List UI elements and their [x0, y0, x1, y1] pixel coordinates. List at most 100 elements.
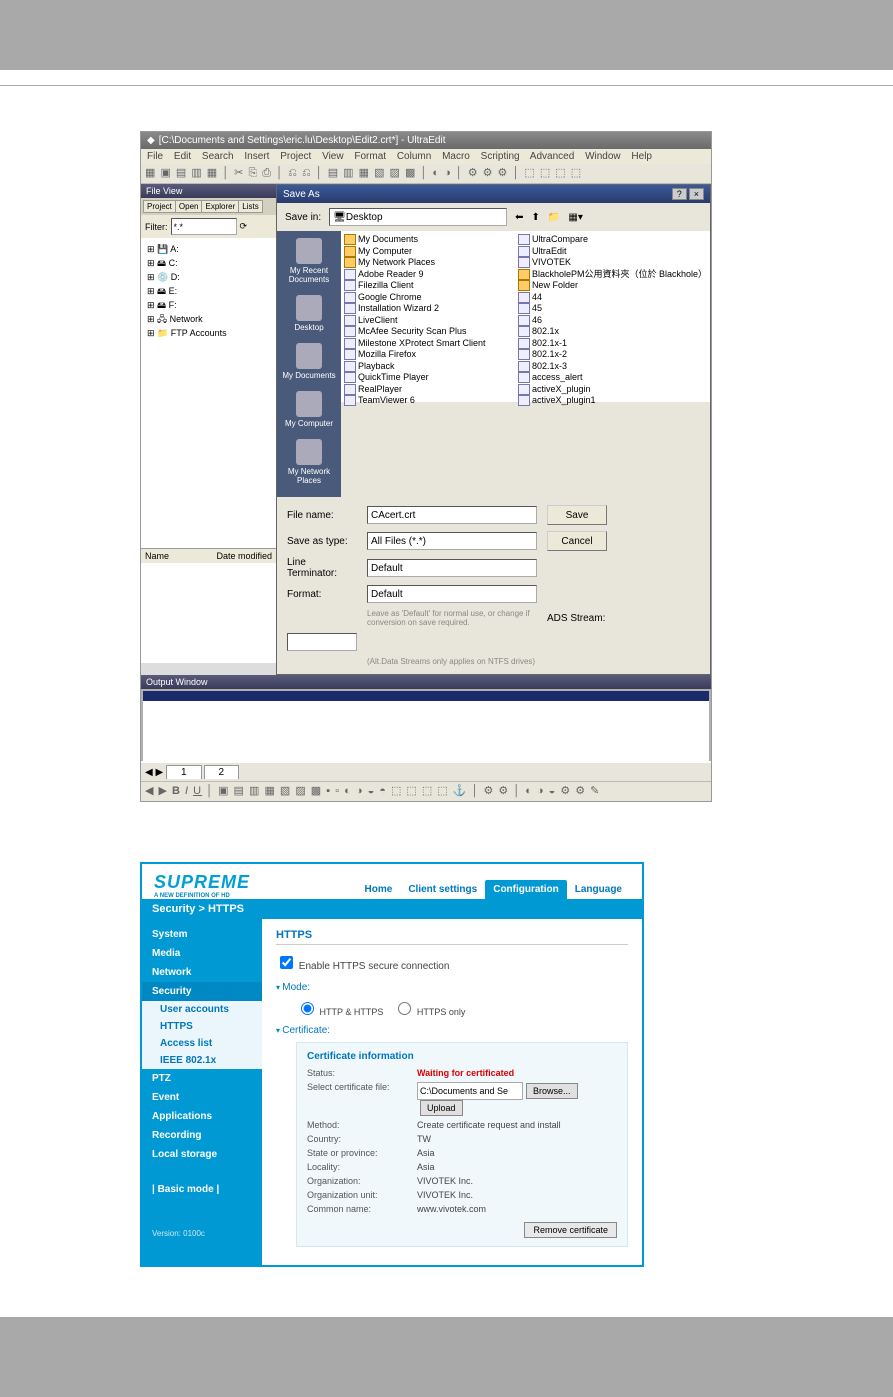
sidebar-sub-ieee[interactable]: IEEE 802.1x	[142, 1052, 263, 1069]
file-view-tabs[interactable]: ProjectOpenExplorerLists	[141, 198, 276, 215]
tab-lists[interactable]: Lists	[238, 200, 262, 213]
menu-project[interactable]: Project	[280, 151, 311, 162]
editor-tabs[interactable]: ◀ ▶ 12	[141, 763, 711, 781]
menu-window[interactable]: Window	[585, 151, 621, 162]
window-title: [C:\Documents and Settings\eric.lu\Deskt…	[159, 135, 446, 146]
sidebar[interactable]: System Media Network Security User accou…	[142, 919, 262, 1265]
enable-checkbox[interactable]	[280, 956, 293, 969]
top-nav[interactable]: Home Client settings Configuration Langu…	[357, 880, 630, 899]
list-item: Installation Wizard 2	[344, 303, 508, 315]
ultraedit-menubar[interactable]: File Edit Search Insert Project View For…	[141, 149, 711, 164]
radio-https-only[interactable]	[398, 1002, 411, 1015]
menu-search[interactable]: Search	[202, 151, 234, 162]
sidebar-item-recording[interactable]: Recording	[142, 1126, 262, 1145]
ads-label: ADS Stream:	[547, 613, 607, 624]
sheet-tab-1[interactable]: 1	[166, 765, 202, 779]
cert-row-state: State or province:Asia	[307, 1148, 617, 1158]
sidebar-item-system[interactable]: System	[142, 925, 262, 944]
enable-row[interactable]: Enable HTTPS secure connection	[276, 953, 628, 972]
places-recent[interactable]: My Recent Documents	[277, 235, 341, 292]
cert-row-cn: Common name:www.vivotek.com	[307, 1204, 617, 1214]
sidebar-item-event[interactable]: Event	[142, 1088, 262, 1107]
radio-row[interactable]: HTTP & HTTPS HTTPS only	[296, 999, 628, 1017]
menu-macro[interactable]: Macro	[442, 151, 470, 162]
upload-button[interactable]: Upload	[420, 1100, 463, 1116]
close-icon[interactable]: ×	[689, 188, 704, 200]
save-button[interactable]: Save	[547, 505, 607, 525]
output-panel: Output Window	[141, 675, 711, 761]
sidebar-item-applications[interactable]: Applications	[142, 1107, 262, 1126]
browse-button[interactable]: Browse...	[526, 1083, 578, 1099]
status-value: Waiting for certificated	[417, 1068, 617, 1078]
new-folder-icon[interactable]: 📁	[548, 212, 560, 223]
places-network[interactable]: My Network Places	[277, 436, 341, 493]
help-icon[interactable]: ?	[672, 188, 687, 200]
file-list[interactable]: My Documents My Computer My Network Plac…	[341, 231, 710, 402]
toolbar-bottom[interactable]: ◀ ▶ B I U │ ▣ ▤ ▥ ▦ ▧ ▨ ▩ ▪ ▫ ◐ ◑ ◒ ◓ ⬚ …	[141, 781, 711, 801]
places-computer[interactable]: My Computer	[277, 388, 341, 436]
remove-cert-button[interactable]: Remove certificate	[524, 1222, 617, 1238]
ads-dropdown[interactable]	[287, 633, 357, 651]
list-item: Playback	[344, 361, 508, 373]
refresh-icon[interactable]: ⟳	[240, 221, 248, 232]
tab-open[interactable]: Open	[175, 200, 203, 213]
dialog-title: Save As	[283, 189, 670, 200]
terminator-label: Line Terminator:	[287, 557, 357, 579]
filter-input[interactable]	[171, 218, 237, 235]
filename-input[interactable]: CAcert.crt	[367, 506, 537, 524]
menu-edit[interactable]: Edit	[174, 151, 191, 162]
list-item: 802.1x-1	[518, 338, 707, 350]
places-documents[interactable]: My Documents	[277, 340, 341, 388]
nav-language[interactable]: Language	[567, 880, 630, 899]
nav-client[interactable]: Client settings	[400, 880, 485, 899]
menu-view[interactable]: View	[322, 151, 344, 162]
menu-advanced[interactable]: Advanced	[530, 151, 574, 162]
mode-group: Mode: HTTP & HTTPS HTTPS only	[276, 982, 628, 1017]
tab-explorer[interactable]: Explorer	[201, 200, 239, 213]
menu-help[interactable]: Help	[631, 151, 652, 162]
document-header-bar	[0, 0, 893, 70]
back-icon[interactable]: ⬅	[515, 212, 523, 223]
format-dropdown[interactable]: Default	[367, 585, 537, 603]
col-date[interactable]: Date modified	[216, 551, 272, 561]
mode-heading[interactable]: Mode:	[276, 982, 628, 993]
menu-scripting[interactable]: Scripting	[481, 151, 520, 162]
sidebar-item-network[interactable]: Network	[142, 963, 262, 982]
ads-hint: (Alt.Data Streams only applies on NTFS d…	[367, 657, 537, 666]
sidebar-sub-user[interactable]: User accounts	[142, 1001, 263, 1018]
file-view-columns[interactable]: Name Date modified	[141, 548, 276, 563]
menu-file[interactable]: File	[147, 151, 163, 162]
places-desktop[interactable]: Desktop	[277, 292, 341, 340]
menu-insert[interactable]: Insert	[244, 151, 269, 162]
list-item: Mozilla Firefox	[344, 349, 508, 361]
sidebar-sub-https[interactable]: HTTPS	[142, 1018, 263, 1035]
radio-both[interactable]	[301, 1002, 314, 1015]
nav-configuration[interactable]: Configuration	[485, 880, 567, 899]
drive-tree[interactable]: ⊞ 💾 A: ⊞ 🖴 C: ⊞ 💿 D: ⊞ 🖴 E: ⊞ 🖴 F: ⊞ 🖧 N…	[141, 238, 276, 548]
toolbar-row[interactable]: ▦ ▣ ▤ ▥ ▦ │ ✂ ⎘ ⎙ │ ⎌ ⎌ │ ▤ ▥ ▦ ▧ ▨ ▩ │ …	[141, 164, 711, 184]
tree-item: ⊞ 💾 A:	[147, 242, 270, 256]
up-icon[interactable]: ⬆	[532, 212, 540, 223]
sidebar-item-media[interactable]: Media	[142, 944, 262, 963]
scrollbar[interactable]	[141, 663, 276, 675]
sidebar-item-storage[interactable]: Local storage	[142, 1145, 262, 1164]
type-dropdown[interactable]: All Files (*.*)	[367, 532, 537, 550]
sidebar-item-security[interactable]: Security	[142, 982, 262, 1001]
cert-heading[interactable]: Certificate:	[276, 1025, 628, 1036]
nav-home[interactable]: Home	[357, 880, 401, 899]
format-hint: Leave as 'Default' for normal use, or ch…	[367, 609, 537, 627]
sidebar-sub-access[interactable]: Access list	[142, 1035, 263, 1052]
cancel-button[interactable]: Cancel	[547, 531, 607, 551]
menu-column[interactable]: Column	[397, 151, 431, 162]
sheet-tab-2[interactable]: 2	[204, 765, 240, 779]
col-name[interactable]: Name	[145, 551, 216, 561]
save-in-dropdown[interactable]: 🖥 Desktop	[329, 208, 507, 226]
places-bar[interactable]: My Recent Documents Desktop My Documents…	[277, 231, 341, 497]
tab-project[interactable]: Project	[143, 200, 176, 213]
sidebar-item-ptz[interactable]: PTZ	[142, 1069, 262, 1088]
menu-format[interactable]: Format	[354, 151, 386, 162]
views-icon[interactable]: ▦▾	[568, 212, 582, 223]
cert-file-input[interactable]	[417, 1082, 523, 1100]
terminator-dropdown[interactable]: Default	[367, 559, 537, 577]
basic-mode-link[interactable]: | Basic mode |	[142, 1164, 262, 1199]
